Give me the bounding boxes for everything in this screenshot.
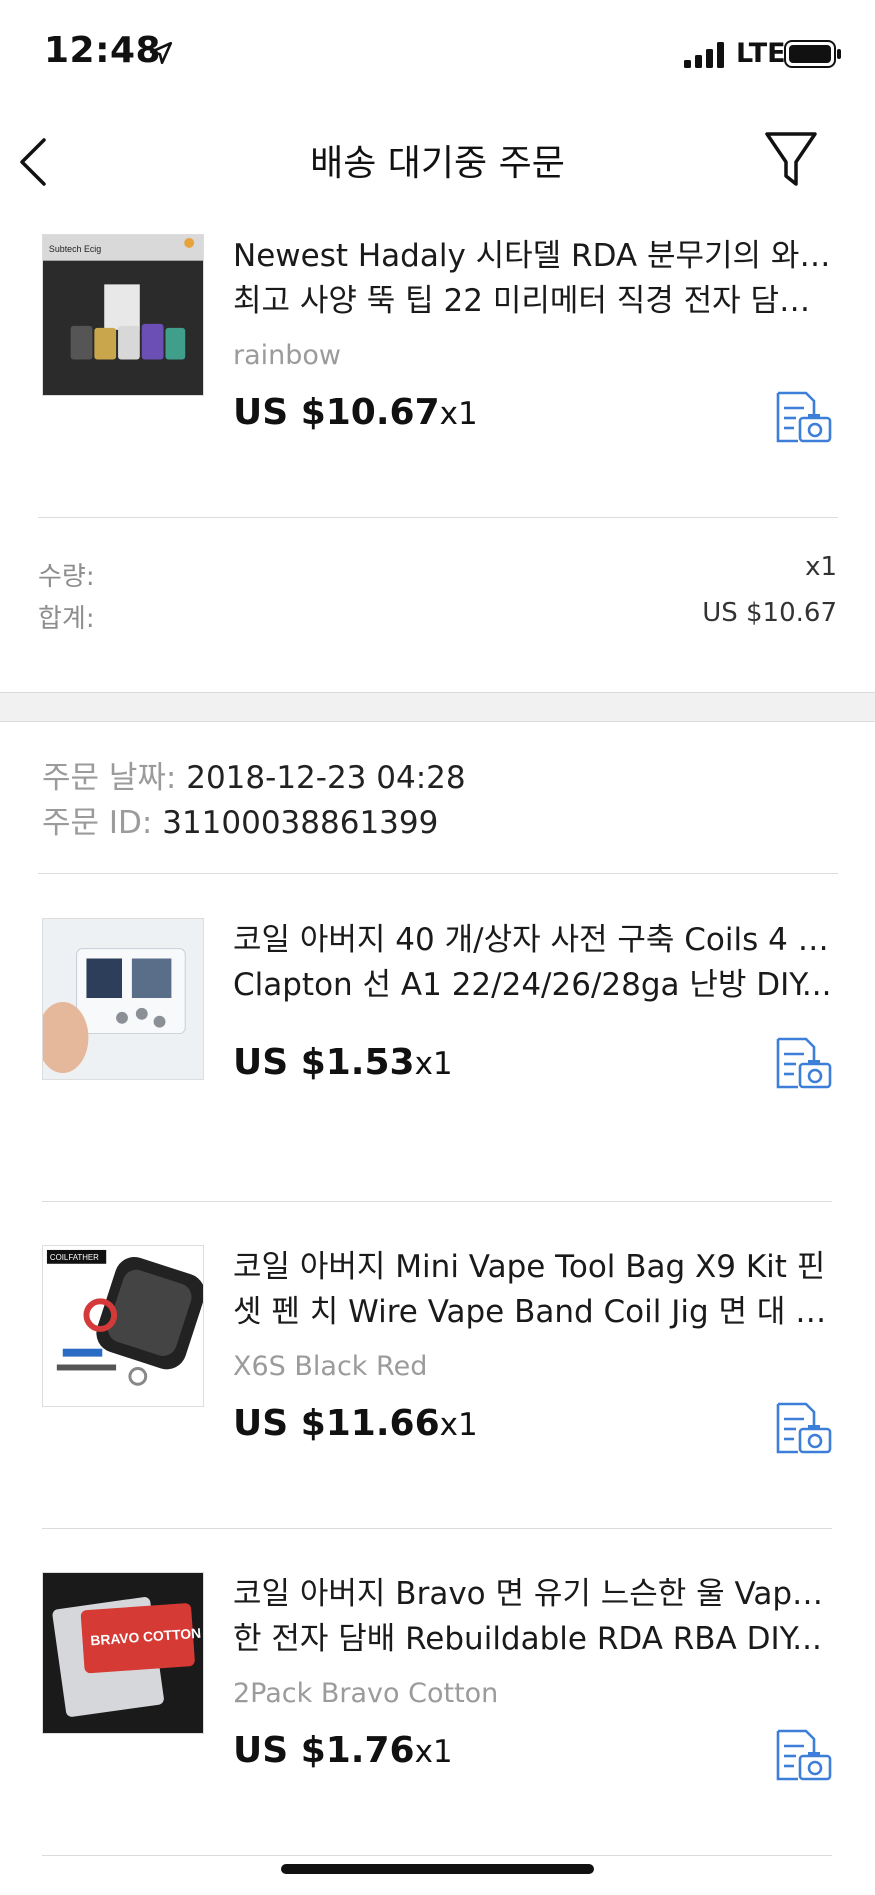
status-time: 12:48: [44, 30, 162, 71]
network-label: LTE: [736, 38, 786, 69]
product-title-line: 코일 아버지 Bravo 면 유기 느슨한 울 Vape 대: [233, 1576, 837, 1612]
divider: [38, 873, 838, 874]
price-amount: US $1.53: [233, 1042, 415, 1083]
product-price: US $11.66x1: [233, 1403, 478, 1444]
svg-text:COILFATHER: COILFATHER: [50, 1253, 99, 1262]
svg-text:Subtech Ecig: Subtech Ecig: [49, 244, 101, 254]
product-title[interactable]: 코일 아버지 Mini Vape Tool Bag X9 Kit 핀 셋 펜 치…: [233, 1245, 837, 1335]
battery-icon: [784, 40, 841, 68]
product-title-line: Newest Hadaly 시타델 RDA 분무기의 와 폭: [233, 238, 837, 274]
divider: [42, 1855, 832, 1856]
signal-bars-icon: [684, 42, 724, 68]
cotton-product-image: BRAVO COTTON: [43, 1573, 203, 1733]
product-title-line: 최고 사양 뚝 팁 22 미리메터 직경 전자 담배...: [233, 283, 837, 319]
product-price: US $10.67x1: [233, 392, 478, 433]
product-title[interactable]: 코일 아버지 Bravo 면 유기 느슨한 울 Vape 대 한 전자 담배 R…: [233, 1572, 837, 1662]
atomizer-product-image: Subtech Ecig: [43, 235, 203, 395]
home-indicator[interactable]: [281, 1864, 594, 1874]
order-date: 주문 날짜: 2018-12-23 04:28: [42, 752, 466, 797]
status-bar: 12:48 LTE: [0, 0, 875, 110]
price-quantity: x1: [414, 1734, 453, 1770]
photo-review-icon[interactable]: [774, 1728, 832, 1782]
product-title-line: 코일 아버지 40 개/상자 사전 구축 Coils 4 in 1: [233, 922, 837, 958]
product-thumbnail[interactable]: COILFATHER: [42, 1245, 204, 1407]
tool-bag-product-image: COILFATHER: [43, 1246, 203, 1406]
divider: [42, 1528, 832, 1529]
order-product-card[interactable]: 코일 아버지 40 개/상자 사전 구축 Coils 4 in 1 Clapto…: [0, 918, 875, 1148]
photo-review-icon[interactable]: [774, 390, 832, 444]
photo-review-icon[interactable]: [774, 1036, 832, 1090]
product-title-line: Clapton 선 A1 22/24/26/28ga 난방 DIY...: [233, 967, 832, 1003]
product-title-line: 셋 펜 치 Wire Vape Band Coil Jig 면 대 한...: [233, 1294, 837, 1330]
location-arrow-icon: [149, 41, 173, 65]
product-variant: X6S Black Red: [233, 1351, 428, 1382]
product-title[interactable]: 코일 아버지 40 개/상자 사전 구축 Coils 4 in 1 Clapto…: [233, 918, 837, 1008]
price-quantity: x1: [439, 396, 478, 432]
product-price: US $1.76x1: [233, 1730, 453, 1771]
total-value: US $10.67: [702, 598, 837, 628]
product-title[interactable]: Newest Hadaly 시타델 RDA 분무기의 와 폭 최고 사양 뚝 팁…: [233, 234, 837, 324]
price-amount: US $10.67: [233, 392, 440, 433]
filter-funnel-icon[interactable]: [764, 126, 818, 192]
order-product-card[interactable]: COILFATHER 코일 아버지 Mini Vape Tool Bag X9 …: [0, 1245, 875, 1475]
product-title-line: 한 전자 담배 Rebuildable RDA RBA DIY...: [233, 1621, 822, 1657]
order-id-label: 주문 ID:: [42, 805, 163, 841]
product-thumbnail[interactable]: BRAVO COTTON: [42, 1572, 204, 1734]
total-label: 합계:: [38, 604, 95, 634]
page-title: 배송 대기중 주문: [310, 143, 565, 184]
product-variant: 2Pack Bravo Cotton: [233, 1678, 499, 1709]
order-date-label: 주문 날짜:: [42, 760, 187, 796]
divider: [38, 517, 838, 518]
product-title-line: 코일 아버지 Mini Vape Tool Bag X9 Kit 핀: [233, 1249, 826, 1285]
photo-review-icon[interactable]: [774, 1401, 832, 1455]
quantity-value: x1: [805, 552, 837, 582]
order-id[interactable]: 주문 ID: 31100038861399: [42, 797, 438, 842]
coils-product-image: [43, 919, 203, 1079]
section-separator: [0, 692, 875, 722]
nav-bar: 배송 대기중 주문: [0, 110, 875, 220]
price-amount: US $1.76: [233, 1730, 415, 1771]
product-price: US $1.53x1: [233, 1042, 453, 1083]
order-id-value: 31100038861399: [162, 805, 439, 841]
product-thumbnail[interactable]: [42, 918, 204, 1080]
price-quantity: x1: [414, 1046, 453, 1082]
order-product-card[interactable]: BRAVO COTTON 코일 아버지 Bravo 면 유기 느슨한 울 Vap…: [0, 1572, 875, 1802]
product-variant: rainbow: [233, 340, 341, 371]
price-quantity: x1: [439, 1407, 478, 1443]
order-date-value: 2018-12-23 04:28: [186, 760, 466, 796]
price-amount: US $11.66: [233, 1403, 440, 1444]
quantity-label: 수량:: [38, 562, 95, 592]
order-product-card[interactable]: Subtech Ecig Newest Hadaly 시타델 RDA 분무기의 …: [0, 234, 875, 464]
product-thumbnail[interactable]: Subtech Ecig: [42, 234, 204, 396]
divider: [42, 1201, 832, 1202]
